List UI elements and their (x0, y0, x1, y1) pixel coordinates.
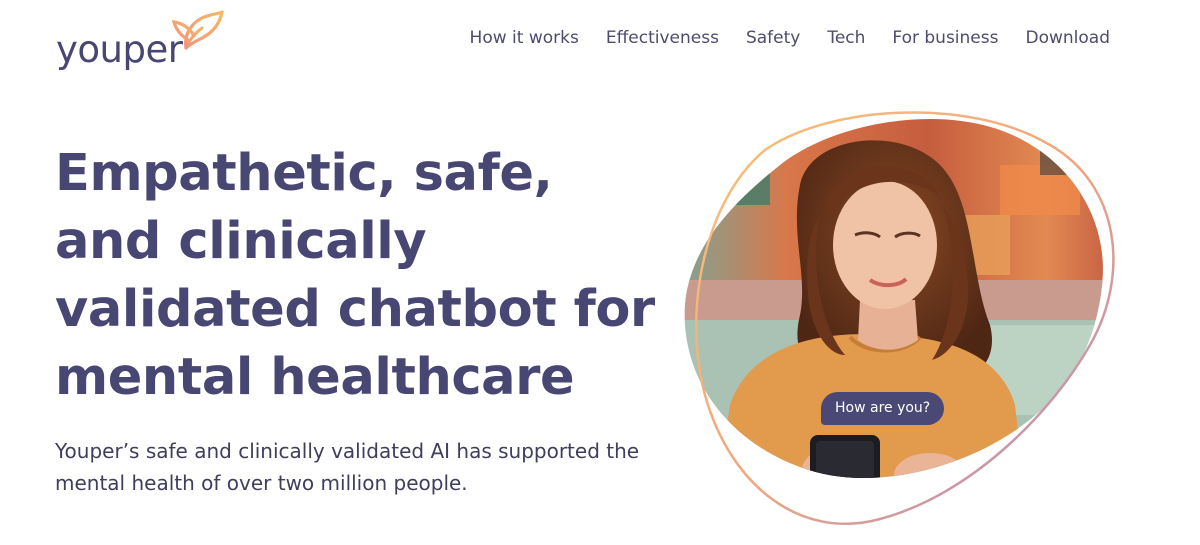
main-nav: How it works Effectiveness Safety Tech F… (470, 28, 1110, 48)
nav-tech[interactable]: Tech (827, 28, 865, 48)
nav-safety[interactable]: Safety (746, 28, 800, 48)
nav-effectiveness[interactable]: Effectiveness (606, 28, 719, 48)
hero-title: Empathetic, safe, and clinically validat… (55, 144, 655, 407)
chat-bubble: How are you? (821, 392, 945, 425)
hero-photo-illustration (684, 111, 1115, 525)
logo-wordmark: youper (56, 28, 183, 71)
page: youper How it works Effectiveness Safety… (0, 0, 1200, 545)
hero-image (670, 105, 1140, 535)
youper-logo[interactable]: youper (54, 6, 226, 72)
nav-how-it-works[interactable]: How it works (470, 28, 579, 48)
nav-for-business[interactable]: For business (892, 28, 998, 48)
butterfly-logo-icon (172, 10, 224, 50)
nav-download[interactable]: Download (1025, 28, 1110, 48)
hero-subtitle: Youper’s safe and clinically validated A… (55, 439, 640, 495)
